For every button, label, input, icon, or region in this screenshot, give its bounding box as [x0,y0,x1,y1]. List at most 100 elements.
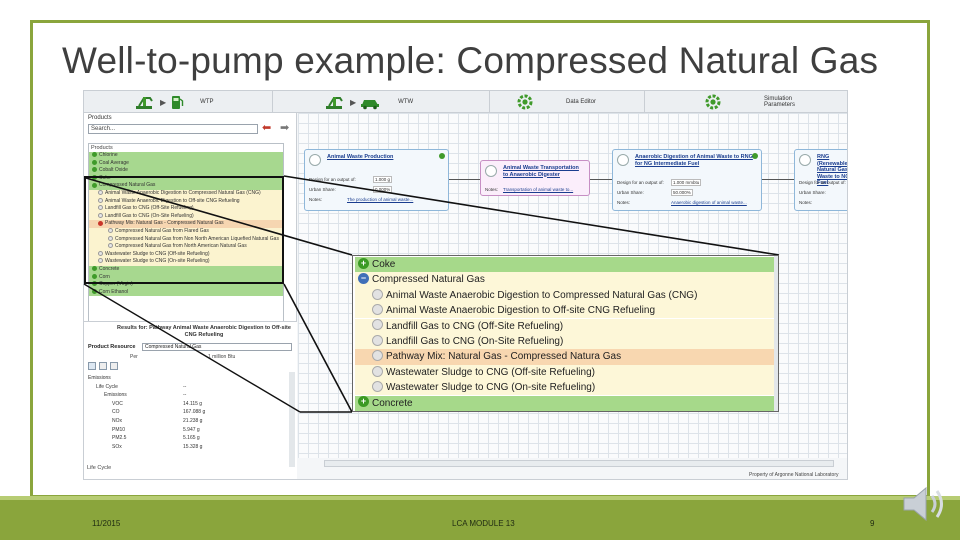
zoomed-product-row[interactable]: Animal Waste Anaerobic Digestion to Off-… [355,303,778,319]
page-icon[interactable] [110,362,118,370]
results-row[interactable]: SOx 15.328 g [88,443,292,452]
results-row[interactable]: PM10 5.947 g [88,426,292,435]
notes-link[interactable]: Anaerobic digestion of animal waste... [671,200,747,205]
zoomed-row-label: Pathway Mix: Natural Gas - Compressed Na… [386,351,622,363]
transport-node[interactable]: Animal Waste Transportation to Anaerobic… [480,160,590,196]
zoomed-product-row[interactable]: Wastewater Sludge to CNG (On-site Refuel… [355,380,778,396]
zoomed-product-row[interactable]: Landfill Gas to CNG (On-Site Refueling) [355,334,778,350]
grid-icon[interactable] [99,362,107,370]
results-row[interactable]: Life Cycle -- [88,383,292,392]
results-row[interactable]: Emissions -- [88,391,292,400]
wtw-label: WTW [398,99,414,105]
products-heading: Products [88,115,112,121]
notes-label: Notes: [617,200,631,205]
zoomed-product-row[interactable]: Concrete [355,395,778,411]
results-row-key: VOC [112,400,123,407]
pathway-icon [372,365,383,377]
expand-icon[interactable] [358,257,369,269]
product-row[interactable]: Chlorine [89,152,283,160]
wtp-toolbar-group[interactable]: ▶ WTP [134,93,214,111]
speaker-icon[interactable] [900,480,950,528]
arrow-right-icon[interactable]: ➡ [280,123,289,134]
product-resource-label: Product Resource [88,344,136,350]
simulation-label: Simulation Parameters [764,96,796,108]
design-label: Design for an output of: [309,177,356,182]
results-row-value: 15.328 g [183,443,203,450]
zoomed-product-row[interactable]: Coke [355,257,778,273]
process-node[interactable]: Animal Waste Production Design for an ou… [304,149,449,211]
zoomed-row-label: Landfill Gas to CNG (Off-Site Refueling) [386,320,564,332]
toolbar-separator [272,91,273,113]
sort-icon[interactable] [88,362,96,370]
simulation-toolbar-group[interactable]: Simulation Parameters [704,93,795,111]
design-label: Design for an output of: [799,180,846,185]
app-toolbar: ▶ WTP ▶ WTW Data Editor Simulation Param… [84,91,847,113]
zoomed-product-row[interactable]: Wastewater Sludge to CNG (Off-site Refue… [355,364,778,381]
zoomed-product-row[interactable]: Landfill Gas to CNG (Off-Site Refueling) [355,318,778,334]
transport-circle-icon [485,165,497,177]
urban-share-label: Urban Share: [309,187,336,192]
urban-share-label: Urban Share: [799,190,826,195]
results-row-key: NOx [112,417,122,424]
process-title[interactable]: Animal Waste Production [327,154,447,161]
results-scrollbar[interactable] [289,372,295,467]
zoomed-product-row[interactable]: Animal Waste Anaerobic Digestion to Comp… [355,287,778,304]
data-editor-label: Data Editor [566,99,597,105]
results-row-value: 5.165 g [183,435,200,442]
zoomed-product-row[interactable]: Compressed Natural Gas [355,272,778,288]
product-resource-select[interactable]: Compressed Natural Gas [142,343,292,351]
copyright-notice: Property of Argonne National Laboratory [749,472,839,478]
results-row[interactable]: PM2.5 5.165 g [88,434,292,443]
canvas-horizontal-scrollbar[interactable] [324,460,834,467]
wtw-toolbar-group[interactable]: ▶ WTW [324,93,413,111]
flow-arrow [449,179,480,180]
urban-share-value[interactable]: 50.000% [671,189,693,196]
results-row[interactable]: Emissions [88,374,292,383]
product-row[interactable]: Corn Ethanol [89,288,283,297]
slide-title: Well-to-pump example: Compressed Natural… [62,40,879,81]
zoomed-row-label: Landfill Gas to CNG (On-Site Refueling) [386,336,564,347]
collapse-icon[interactable] [358,273,369,285]
product-row[interactable]: Cobalt Oxide [89,167,283,175]
urban-share-value[interactable]: 0.000% [373,186,393,193]
expand-icon[interactable] [92,167,97,173]
notes-label: Notes: [309,197,323,202]
arrow-left-icon[interactable]: ⬅ [262,123,271,134]
results-row-key: CO [112,409,120,416]
process-title[interactable]: Anaerobic Digestion of Animal Waste to R… [635,154,755,167]
per-label: Per [130,354,138,360]
expand-icon[interactable] [92,152,97,158]
notes-label: Notes: [799,200,813,205]
process-node[interactable]: RNG (Renewable Natural Gas) Waste to NG … [794,149,847,211]
search-input[interactable]: Search... [88,124,258,134]
process-node[interactable]: Anaerobic Digestion of Animal Waste to R… [612,149,762,211]
notes-link[interactable]: The production of animal waste... [347,197,413,202]
results-tree: Emissions Life Cycle -- Emissions -- VOC 14.11… [88,374,292,451]
data-editor-toolbar-group[interactable]: Data Editor [516,93,596,111]
flow-arrow [590,179,612,180]
results-row[interactable]: CO 167.088 g [88,408,292,417]
product-row[interactable]: Coal Average [89,159,283,168]
zoomed-product-row[interactable]: Pathway Mix: Natural Gas - Compressed Na… [355,349,778,365]
play-arrow-icon: ▶ [350,97,357,107]
results-view-buttons [88,362,118,370]
expand-icon[interactable] [92,288,97,294]
gear-icon [517,94,533,110]
results-panel: Results for: Pathway Animal Waste Anaero… [84,321,297,479]
results-row-value: -- [183,392,187,399]
notes-link[interactable]: Transportation of animal waste to... [503,187,573,192]
expand-icon[interactable] [92,159,97,165]
design-value[interactable]: 1.000 g [373,176,393,183]
results-row[interactable]: NOx 21.238 g [88,417,292,426]
flow-arrow [762,179,794,180]
oil-pump-icon [136,97,153,109]
toolbar-separator [489,91,490,113]
expand-icon[interactable] [358,396,369,408]
transport-title[interactable]: Animal Waste Transportation to Anaerobic… [503,165,583,178]
life-cycle-label: Life Cycle [87,465,112,471]
results-row[interactable]: VOC 14.115 g [88,400,292,409]
design-value[interactable]: 1.000 mmbtu [671,179,702,186]
pathway-icon [372,288,383,300]
results-row-value: 167.088 g [183,409,206,416]
process-circle-icon [617,154,629,166]
